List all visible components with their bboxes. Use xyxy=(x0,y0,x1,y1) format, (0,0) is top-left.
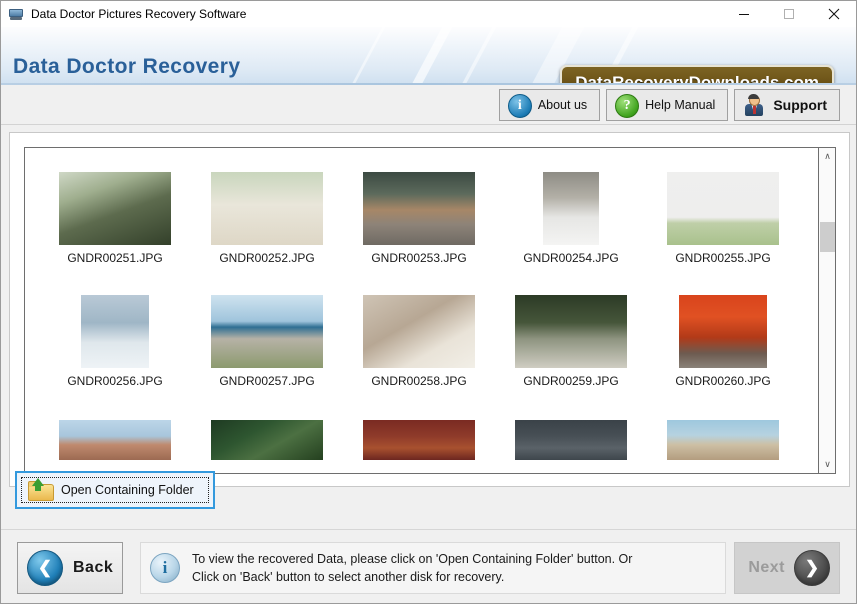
support-button[interactable]: Support xyxy=(734,89,840,121)
next-button[interactable]: Next ❯ xyxy=(734,542,840,594)
file-thumbnail[interactable] xyxy=(515,295,627,368)
file-item[interactable]: GNDR00255.JPG xyxy=(647,172,799,265)
file-name-label: GNDR00254.JPG xyxy=(523,251,619,265)
file-thumbnail[interactable] xyxy=(679,295,767,368)
file-thumbnail[interactable] xyxy=(211,172,323,245)
file-thumbnail[interactable] xyxy=(59,420,171,460)
file-thumbnail[interactable] xyxy=(543,172,599,245)
file-item[interactable]: GNDR00251.JPG xyxy=(39,172,191,265)
file-item[interactable]: GNDR00254.JPG xyxy=(495,172,647,265)
chevron-left-icon: ❮ xyxy=(27,550,63,586)
file-item[interactable]: GNDR00253.JPG xyxy=(343,172,495,265)
minimize-icon[interactable] xyxy=(721,1,766,27)
toolbar-divider xyxy=(1,124,856,125)
file-thumbnail[interactable] xyxy=(363,172,475,245)
app-header: Data Doctor Recovery Digital Picture Dat… xyxy=(1,27,856,85)
support-label: Support xyxy=(773,97,827,113)
help-manual-button[interactable]: ? Help Manual xyxy=(606,89,729,121)
file-item[interactable] xyxy=(343,420,495,460)
back-button[interactable]: ❮ Back xyxy=(17,542,123,594)
file-name-label: GNDR00259.JPG xyxy=(523,374,619,388)
scroll-up-icon[interactable]: ∧ xyxy=(819,148,835,165)
file-thumbnail[interactable] xyxy=(515,420,627,460)
open-containing-folder-button[interactable]: Open Containing Folder xyxy=(21,477,209,503)
about-us-label: About us xyxy=(537,98,588,112)
file-name-label: GNDR00256.JPG xyxy=(67,374,163,388)
status-info-line2: Click on 'Back' button to select another… xyxy=(192,570,505,584)
file-item[interactable]: GNDR00260.JPG xyxy=(647,295,799,388)
file-thumbnail[interactable] xyxy=(59,172,171,245)
vertical-scrollbar[interactable]: ∧ ∨ xyxy=(818,148,835,473)
file-name-label: GNDR00258.JPG xyxy=(371,374,467,388)
help-icon: ? xyxy=(615,94,640,118)
file-thumbnail[interactable] xyxy=(667,420,779,460)
about-us-button[interactable]: i About us xyxy=(498,89,601,121)
status-info-line1: To view the recovered Data, please click… xyxy=(192,551,633,566)
file-item[interactable] xyxy=(39,420,191,460)
file-item[interactable]: GNDR00257.JPG xyxy=(191,295,343,388)
file-thumbnail[interactable] xyxy=(211,420,323,460)
person-icon xyxy=(743,94,765,116)
file-thumbnail[interactable] xyxy=(211,295,323,368)
file-name-label: GNDR00260.JPG xyxy=(675,374,771,388)
scrollbar-thumb[interactable] xyxy=(820,222,835,252)
file-item[interactable]: GNDR00256.JPG xyxy=(39,295,191,388)
file-name-label: GNDR00257.JPG xyxy=(219,374,315,388)
file-thumbnail[interactable] xyxy=(363,420,475,460)
maximize-icon[interactable] xyxy=(766,1,811,27)
file-thumbnail[interactable] xyxy=(363,295,475,368)
file-name-label: GNDR00252.JPG xyxy=(219,251,315,265)
open-containing-folder-label: Open Containing Folder xyxy=(61,483,194,497)
close-icon[interactable] xyxy=(811,1,856,27)
open-containing-folder-focus-frame: Open Containing Folder xyxy=(15,471,215,509)
next-label: Next xyxy=(748,559,785,576)
help-manual-label: Help Manual xyxy=(645,98,716,112)
app-scanner-icon xyxy=(8,6,24,22)
footer-divider xyxy=(1,529,856,530)
window-title: Data Doctor Pictures Recovery Software xyxy=(31,7,247,21)
file-name-label: GNDR00251.JPG xyxy=(67,251,163,265)
thumbnail-grid: GNDR00251.JPG GNDR00252.JPG GNDR00253.JPG G… xyxy=(25,148,818,473)
toolbar: i About us ? Help Manual Support xyxy=(1,85,856,125)
title-bar: Data Doctor Pictures Recovery Software xyxy=(1,1,856,27)
application-window: Data Doctor Pictures Recovery Software D… xyxy=(0,0,857,604)
site-badge: DataRecoveryDownloads.com xyxy=(560,65,834,85)
content-panel: GNDR00251.JPG GNDR00252.JPG GNDR00253.JPG G… xyxy=(9,132,850,487)
file-item[interactable]: GNDR00258.JPG xyxy=(343,295,495,388)
back-label: Back xyxy=(73,559,114,576)
folder-upload-icon xyxy=(28,478,54,501)
file-item[interactable] xyxy=(647,420,799,460)
file-thumbnail[interactable] xyxy=(667,172,779,245)
file-item[interactable] xyxy=(495,420,647,460)
scroll-down-icon[interactable]: ∨ xyxy=(819,456,835,473)
file-item[interactable]: GNDR00259.JPG xyxy=(495,295,647,388)
window-controls xyxy=(721,1,856,27)
file-name-label: GNDR00253.JPG xyxy=(371,251,467,265)
status-info-box: i To view the recovered Data, please cli… xyxy=(140,542,726,594)
info-icon: i xyxy=(507,94,532,118)
info-icon: i xyxy=(150,553,180,583)
status-info-text: To view the recovered Data, please click… xyxy=(192,550,632,586)
toolbar-buttons: i About us ? Help Manual Support xyxy=(493,89,840,121)
file-item[interactable]: GNDR00252.JPG xyxy=(191,172,343,265)
brand-title: Data Doctor Recovery xyxy=(13,55,241,78)
file-name-label: GNDR00255.JPG xyxy=(675,251,771,265)
recovered-files-list[interactable]: GNDR00251.JPG GNDR00252.JPG GNDR00253.JPG G… xyxy=(24,147,836,474)
chevron-right-icon: ❯ xyxy=(794,550,830,586)
file-thumbnail[interactable] xyxy=(81,295,149,368)
file-item[interactable] xyxy=(191,420,343,460)
